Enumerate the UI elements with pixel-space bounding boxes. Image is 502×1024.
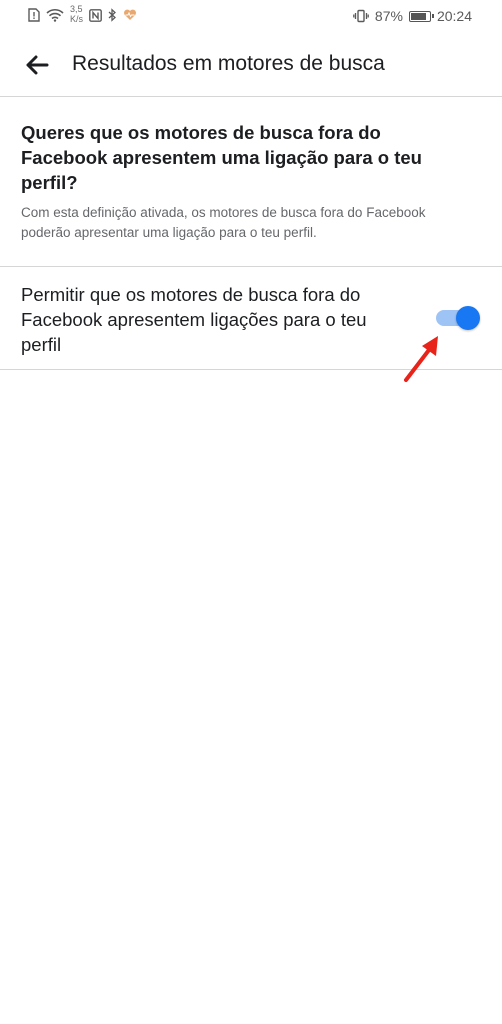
health-heart-icon xyxy=(123,9,137,21)
back-button[interactable] xyxy=(20,48,54,82)
battery-percentage: 87% xyxy=(374,8,403,24)
network-speed-unit: K/s xyxy=(70,14,84,24)
setting-label: Permitir que os motores de busca fora do… xyxy=(21,284,367,355)
red-arrow-annotation-icon xyxy=(404,336,438,382)
vibrate-icon xyxy=(353,9,369,23)
nfc-icon xyxy=(89,8,102,22)
page-title: Resultados em motores de busca xyxy=(72,52,385,75)
arrow-left-icon xyxy=(26,55,49,75)
clock: 20:24 xyxy=(436,8,472,24)
status-bar-left: 3,5 K/s xyxy=(28,4,137,24)
toggle-knob xyxy=(456,306,480,330)
network-speed-value: 3,5 xyxy=(70,4,83,14)
sim-alert-icon xyxy=(28,8,40,22)
network-speed: 3,5 K/s xyxy=(70,4,83,24)
battery-level xyxy=(410,12,426,20)
search-engine-link-toggle[interactable] xyxy=(434,306,482,330)
section-description: Com esta definição ativada, os motores d… xyxy=(21,205,426,240)
settings-description-section: Queres que os motores de busca fora do F… xyxy=(21,120,461,243)
battery-icon xyxy=(408,10,434,22)
app-header: Resultados em motores de busca xyxy=(0,34,502,96)
status-bar-right: 87% 20:24 xyxy=(353,8,472,24)
wifi-icon xyxy=(46,8,64,22)
header-divider xyxy=(0,96,502,97)
bluetooth-icon xyxy=(108,8,117,22)
status-bar: 3,5 K/s 87% 20:24 xyxy=(0,0,502,34)
section-question: Queres que os motores de busca fora do F… xyxy=(21,122,422,193)
